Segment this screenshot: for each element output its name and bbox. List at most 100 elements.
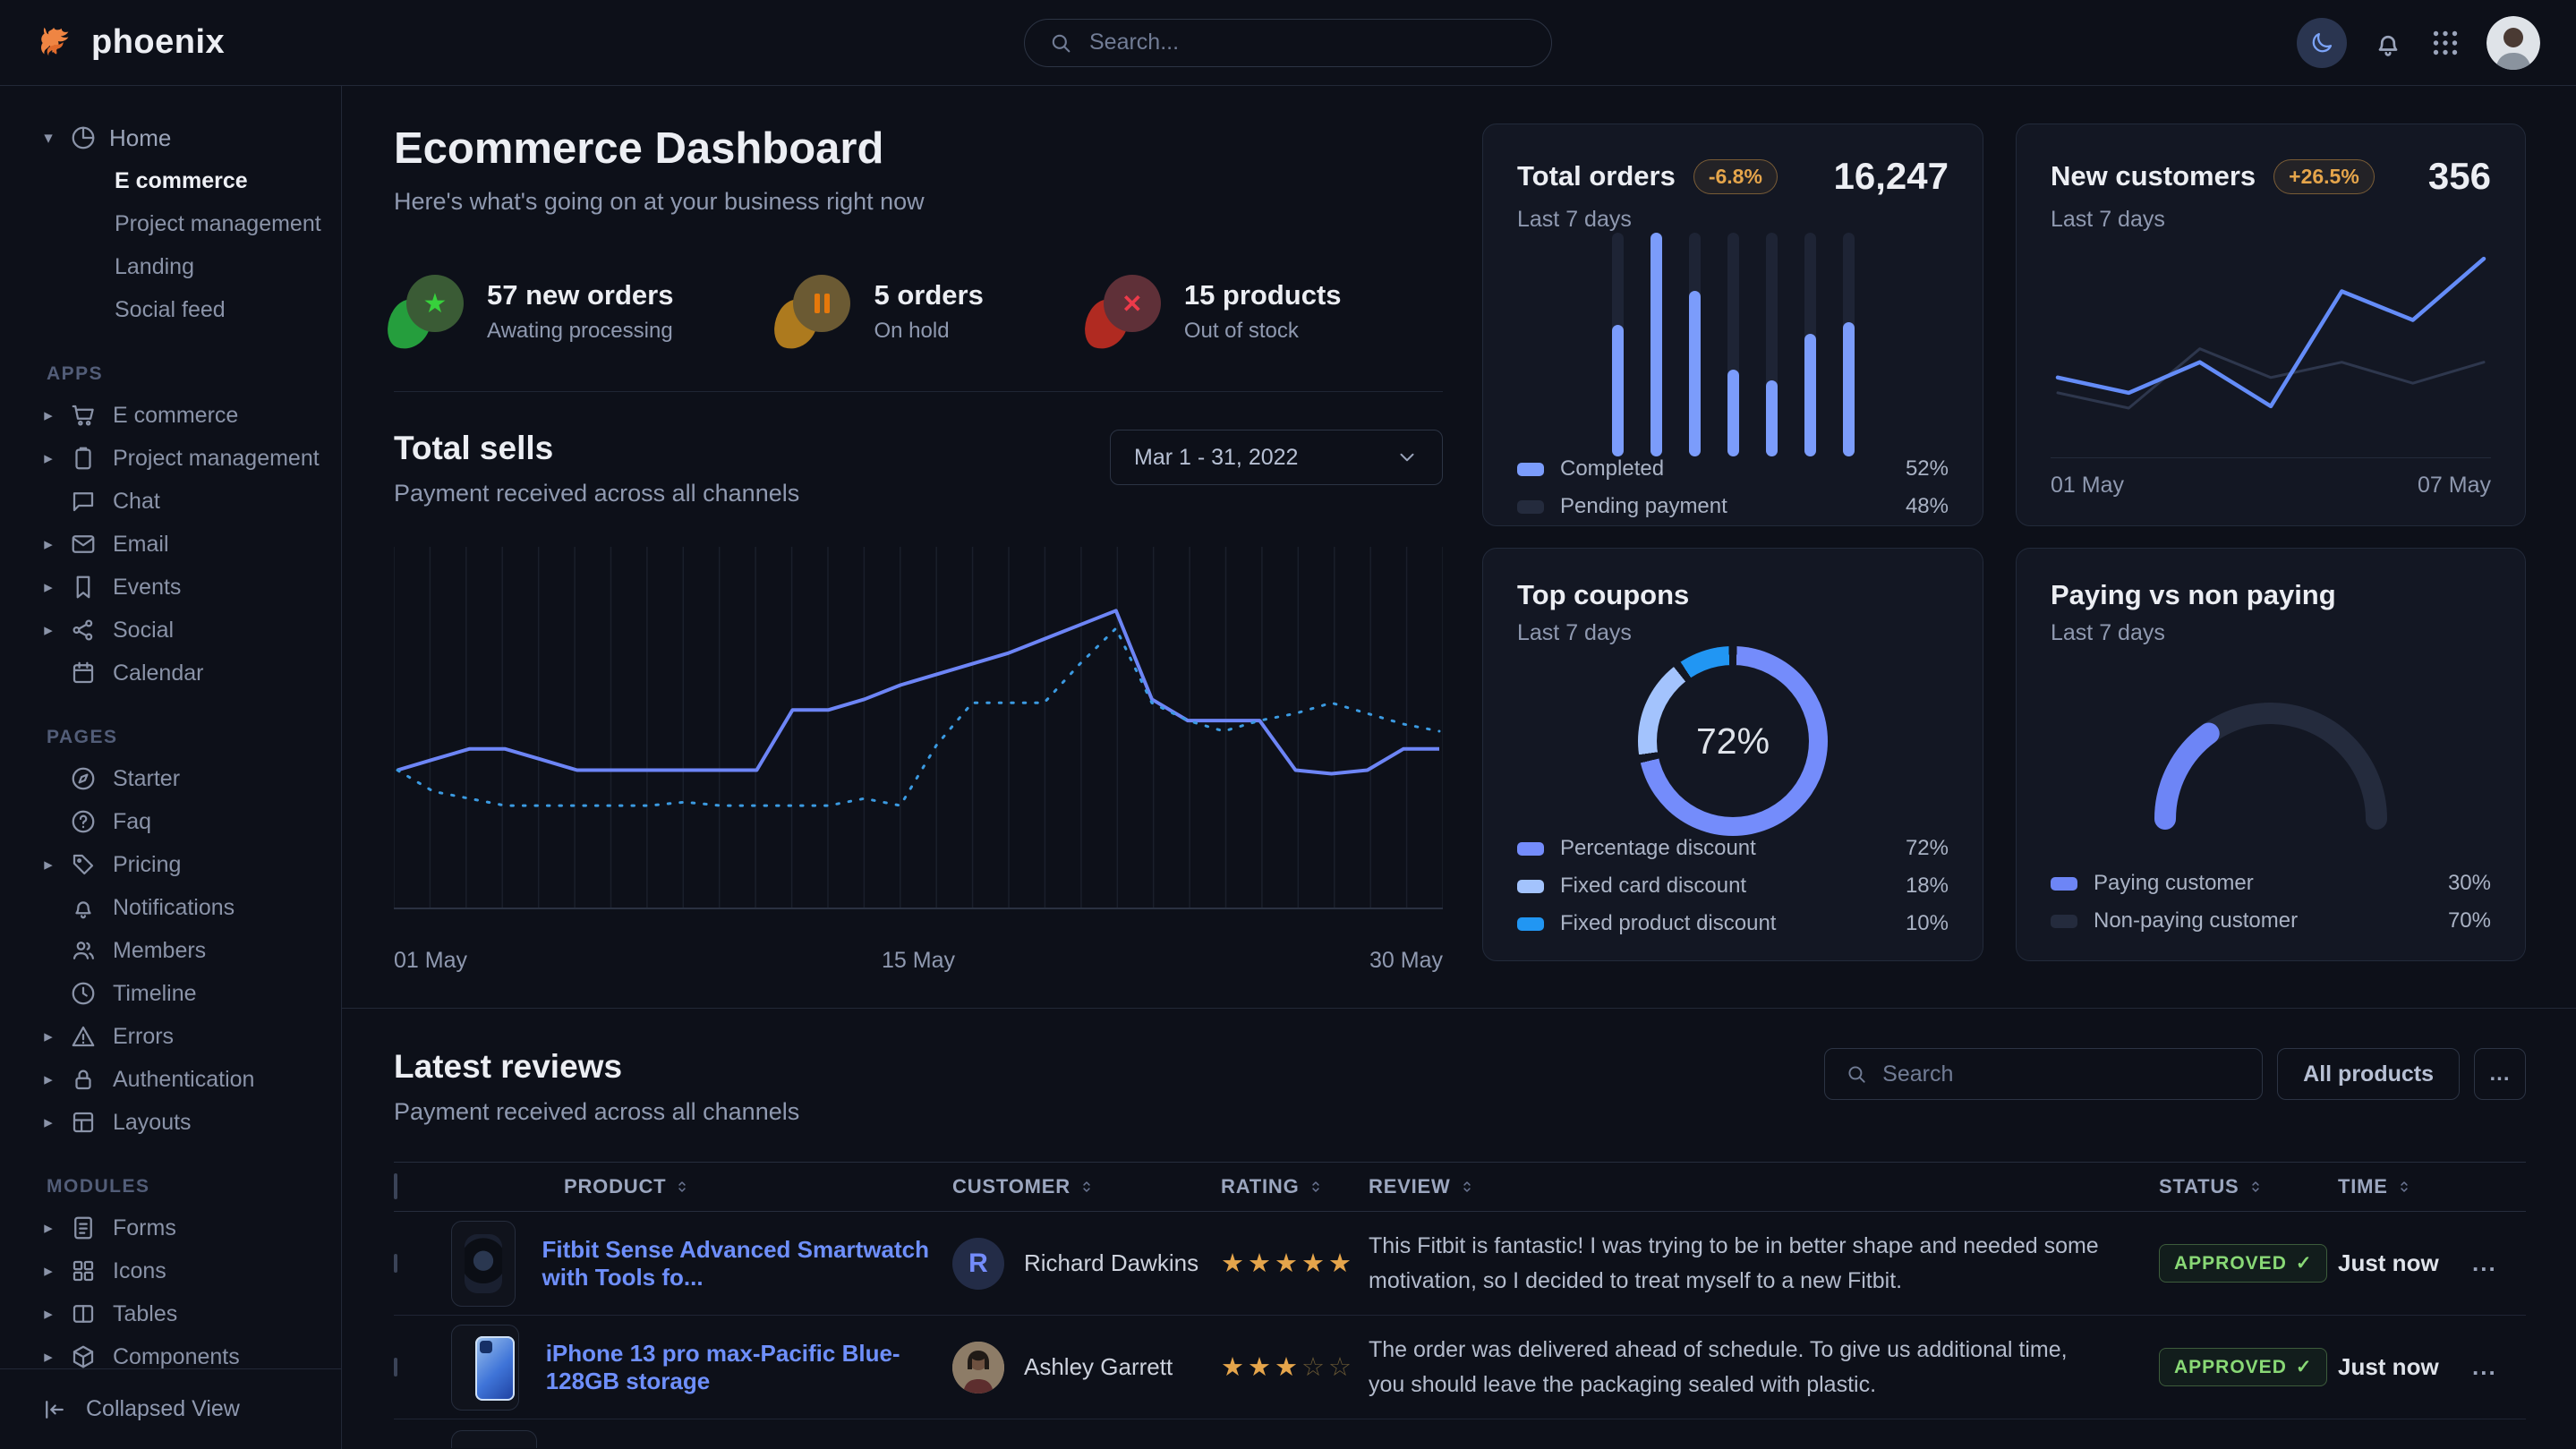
order-bar — [1689, 233, 1701, 456]
legend-value: 18% — [1906, 874, 1949, 899]
row-more-button[interactable]: ... — [2472, 1353, 2526, 1381]
row-checkbox[interactable] — [394, 1358, 397, 1377]
status-badge: APPROVED ✓ — [2159, 1348, 2327, 1386]
sidebar-item-forms[interactable]: ▸Forms — [0, 1206, 341, 1249]
table-row[interactable]: iPhone 13 pro max-Pacific Blue-128GB sto… — [394, 1316, 2526, 1419]
sidebar-item-pricing[interactable]: ▸ Pricing — [0, 843, 341, 886]
product-thumbnail — [451, 1430, 537, 1448]
theme-toggle-button[interactable] — [2297, 18, 2347, 68]
total-sells-title: Total sells — [394, 430, 799, 467]
column-header-product[interactable]: PRODUCT — [451, 1175, 952, 1198]
sidebar-item-components[interactable]: ▸Components — [0, 1335, 341, 1368]
sidebar-item-e-commerce[interactable]: ▸E commerce — [0, 394, 341, 437]
global-search-placeholder: Search... — [1089, 30, 1179, 55]
sidebar-item-social-feed[interactable]: Social feed — [0, 288, 341, 331]
column-header-time[interactable]: TIME — [2338, 1175, 2472, 1198]
app-grid-icon[interactable] — [2429, 27, 2461, 59]
product-thumbnail-iphone — [451, 1325, 519, 1411]
sidebar-section-label-pages: PAGES — [0, 695, 341, 757]
stat-awating-processing: ★57 new ordersAwating processing — [394, 273, 673, 350]
column-header-status[interactable]: STATUS — [2159, 1175, 2338, 1198]
column-header-rating[interactable]: RATING — [1221, 1175, 1369, 1198]
sidebar-item-errors[interactable]: ▸Errors — [0, 1015, 341, 1058]
caret-right-icon: ▸ — [39, 1027, 57, 1047]
legend-swatch — [1517, 917, 1544, 931]
legend-swatch — [1517, 842, 1544, 856]
sidebar-item-label: Project management — [109, 446, 320, 472]
sidebar-item-home[interactable]: ▾ Home — [0, 116, 341, 159]
sidebar-item-faq[interactable]: Faq — [0, 800, 341, 843]
sidebar-item-authentication[interactable]: ▸Authentication — [0, 1058, 341, 1101]
sidebar-item-label: E commerce — [109, 403, 238, 429]
sidebar-item-label: Pricing — [109, 852, 181, 878]
x-blob-icon: ✕ — [1091, 273, 1161, 350]
row-checkbox[interactable] — [394, 1254, 397, 1273]
card-value: 16,247 — [1834, 155, 1949, 198]
sidebar-item-project-management[interactable]: Project management — [0, 202, 341, 245]
sidebar-item-layouts[interactable]: ▸Layouts — [0, 1101, 341, 1144]
compass-icon — [70, 765, 97, 792]
caret-right-icon: ▸ — [39, 855, 57, 875]
sidebar-item-timeline[interactable]: Timeline — [0, 972, 341, 1015]
sidebar-item-notifications[interactable]: Notifications — [0, 886, 341, 929]
sidebar-item-project-management[interactable]: ▸Project management — [0, 437, 341, 480]
legend-row-paying-customer: Paying customer30% — [2051, 871, 2491, 896]
sidebar-item-e-commerce[interactable]: E commerce — [0, 159, 341, 202]
stat-sub: On hold — [874, 319, 983, 344]
top-coupons-card: Top coupons Last 7 days 72% Percentage d… — [1482, 548, 1983, 961]
date-range-select[interactable]: Mar 1 - 31, 2022 — [1110, 430, 1443, 485]
sidebar-item-events[interactable]: ▸Events — [0, 566, 341, 609]
total-sells-chart: 01 May15 May30 May — [394, 547, 1443, 974]
divider — [394, 391, 1443, 392]
sidebar-item-calendar[interactable]: Calendar — [0, 652, 341, 695]
legend-value: 48% — [1906, 494, 1949, 519]
more-options-button[interactable]: ... — [2474, 1048, 2526, 1100]
stat-value: 15 products — [1184, 279, 1342, 311]
column-header-customer[interactable]: CUSTOMER — [952, 1175, 1221, 1198]
product-link[interactable]: iPhone 13 pro max-Pacific Blue-128GB sto… — [546, 1340, 952, 1395]
brand-logo[interactable]: phoenix — [36, 22, 225, 64]
row-more-button[interactable]: ... — [2472, 1249, 2526, 1277]
reviews-search-input[interactable]: Search — [1824, 1048, 2263, 1100]
caret-right-icon: ▸ — [39, 1070, 57, 1090]
sidebar-item-members[interactable]: Members — [0, 929, 341, 972]
sidebar: ▾ Home E commerceProject managementLandi… — [0, 86, 342, 1449]
sidebar-item-starter[interactable]: Starter — [0, 757, 341, 800]
legend-label: Completed — [1560, 456, 1664, 482]
sidebar-item-landing[interactable]: Landing — [0, 245, 341, 288]
bookmark-icon — [70, 574, 97, 601]
x-axis-tick: 01 May — [2051, 473, 2124, 499]
sidebar-item-email[interactable]: ▸Email — [0, 523, 341, 566]
sidebar-item-social[interactable]: ▸Social — [0, 609, 341, 652]
sidebar-item-label: Faq — [109, 809, 151, 835]
review-text: This Fitbit is fantastic! I was trying t… — [1369, 1229, 2159, 1299]
product-link[interactable]: Fitbit Sense Advanced Smartwatch with To… — [542, 1236, 952, 1291]
sidebar-section-label-modules: MODULES — [0, 1144, 341, 1206]
global-search-input[interactable]: Search... — [1024, 19, 1552, 67]
sidebar-item-tables[interactable]: ▸Tables — [0, 1292, 341, 1335]
order-bar — [1612, 233, 1624, 456]
card-period: Last 7 days — [2051, 620, 2491, 646]
caret-right-icon: ▸ — [39, 1347, 57, 1368]
moon-icon — [2308, 30, 2335, 56]
column-header-review[interactable]: REVIEW — [1369, 1175, 2159, 1198]
tag-icon — [70, 851, 97, 878]
donut-center-value: 72% — [1696, 720, 1770, 763]
all-products-button[interactable]: All products — [2277, 1048, 2460, 1100]
user-avatar[interactable] — [2486, 16, 2540, 70]
caret-right-icon: ▸ — [39, 1261, 57, 1282]
legend-row-percentage-discount: Percentage discount72% — [1517, 836, 1949, 861]
bell-icon — [70, 894, 97, 921]
sidebar-item-chat[interactable]: Chat — [0, 480, 341, 523]
select-all-checkbox[interactable] — [394, 1173, 397, 1199]
notifications-bell-icon[interactable] — [2372, 27, 2404, 59]
reviews-table: PRODUCTCUSTOMERRATINGREVIEWSTATUSTIME Fi… — [394, 1162, 2526, 1448]
sidebar-item-label: Calendar — [109, 661, 203, 686]
legend-row-completed: Completed52% — [1517, 456, 1949, 482]
collapse-sidebar-button[interactable]: Collapsed View — [0, 1368, 341, 1449]
review-text: The order was delivered ahead of schedul… — [1369, 1333, 2159, 1402]
sidebar-item-label: Timeline — [109, 981, 197, 1007]
table-row[interactable]: Fitbit Sense Advanced Smartwatch with To… — [394, 1212, 2526, 1316]
clipboard-icon — [70, 445, 97, 472]
sidebar-item-icons[interactable]: ▸Icons — [0, 1249, 341, 1292]
